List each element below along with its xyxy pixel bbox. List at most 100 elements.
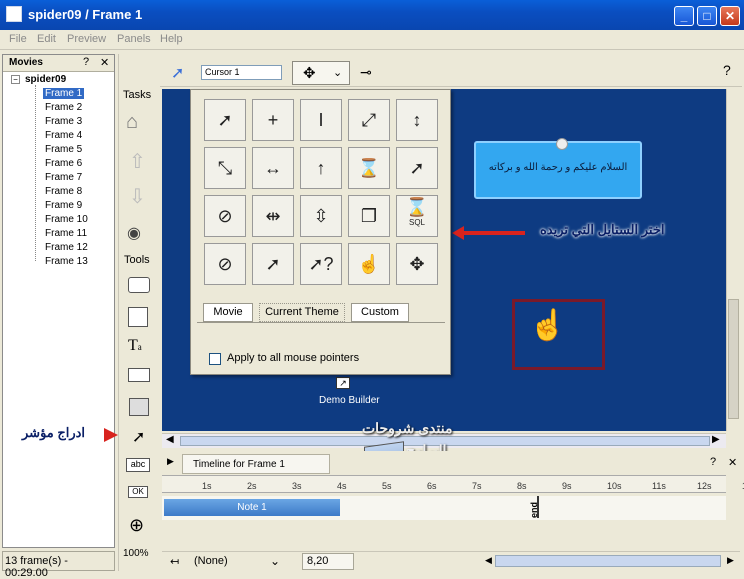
movies-close-icon[interactable]: ✕ bbox=[100, 56, 109, 69]
highlight-box[interactable]: ☝ bbox=[512, 299, 605, 370]
rectangle-tool-icon[interactable] bbox=[128, 368, 150, 382]
horizontal-scroll-thumb[interactable] bbox=[180, 436, 710, 446]
arrow-document-icon[interactable]: ➚ bbox=[396, 147, 438, 189]
back-arrow-icon[interactable]: ↤ bbox=[170, 555, 179, 568]
menu-preview[interactable]: Preview bbox=[67, 33, 106, 45]
note-clip[interactable]: Note 1 bbox=[164, 499, 340, 516]
hand-icon[interactable]: ☝ bbox=[348, 243, 390, 285]
split-vertical-icon[interactable]: ⇳ bbox=[300, 195, 342, 237]
apply-all-checkbox[interactable] bbox=[209, 353, 221, 365]
eye-icon[interactable]: ◉ bbox=[127, 223, 141, 243]
menu-edit[interactable]: Edit bbox=[37, 33, 56, 45]
coords-value: 8,20 bbox=[307, 555, 329, 567]
cursor-tool-icon[interactable]: ➚ bbox=[132, 427, 145, 447]
toolbar-help-icon[interactable]: ? bbox=[723, 62, 731, 78]
close-button[interactable]: ✕ bbox=[720, 6, 740, 26]
pin-icon bbox=[556, 138, 568, 150]
pointer-icon[interactable]: ➚ bbox=[171, 63, 184, 83]
frame-list-item[interactable]: Frame 3 bbox=[43, 116, 84, 127]
timeline-scroll-left-icon[interactable]: ◀ bbox=[485, 555, 492, 566]
movies-panel-header: Movies ? ✕ bbox=[3, 55, 114, 72]
none-selector[interactable]: (None) bbox=[194, 555, 228, 567]
frame-list-item[interactable]: Frame 6 bbox=[43, 158, 84, 169]
resize-diagonal-2-icon[interactable]: ⤡ bbox=[204, 147, 246, 189]
split-horizontal-icon[interactable]: ⇹ bbox=[252, 195, 294, 237]
frame-list-item[interactable]: Frame 1 bbox=[43, 88, 85, 99]
resize-diagonal-icon[interactable]: ⤢ bbox=[348, 99, 390, 141]
collapse-icon[interactable]: − bbox=[11, 75, 20, 84]
vertical-scroll-thumb[interactable] bbox=[728, 299, 739, 419]
text-cursor-icon[interactable]: I bbox=[300, 99, 342, 141]
up-arrow-cursor-icon[interactable]: ↑ bbox=[300, 147, 342, 189]
forbidden-icon[interactable]: ⊘ bbox=[204, 243, 246, 285]
scroll-left-icon[interactable]: ◀ bbox=[166, 434, 174, 445]
speech-bubble-tool-icon[interactable] bbox=[128, 277, 150, 293]
window-title: spider09 / Frame 1 bbox=[28, 7, 143, 22]
movies-help-icon[interactable]: ? bbox=[83, 56, 89, 68]
coords-field: 8,20 bbox=[302, 553, 354, 570]
menu-panels[interactable]: Panels bbox=[117, 33, 151, 45]
frame-list-item[interactable]: Frame 13 bbox=[43, 256, 90, 267]
frame-list-item[interactable]: Frame 5 bbox=[43, 144, 84, 155]
ok-button-tool-icon[interactable]: OK bbox=[128, 486, 148, 498]
arrow-cursor-icon[interactable]: ➚ bbox=[204, 99, 246, 141]
scroll-right-icon[interactable]: ▶ bbox=[712, 434, 720, 445]
timeline-tab[interactable]: Timeline for Frame 1 bbox=[182, 454, 330, 474]
speech-bubble[interactable]: السلام عليكم و رحمة الله و بركاته bbox=[474, 141, 642, 199]
timeline-help-icon[interactable]: ? bbox=[710, 456, 716, 468]
frame-list-item[interactable]: Frame 12 bbox=[43, 242, 90, 253]
menu-help[interactable]: Help bbox=[160, 33, 183, 45]
copy-cursor-icon[interactable]: ❐ bbox=[348, 195, 390, 237]
resize-vertical-icon[interactable]: ↕ bbox=[396, 99, 438, 141]
frame-list-item[interactable]: Frame 9 bbox=[43, 200, 84, 211]
minimize-button[interactable]: _ bbox=[674, 6, 694, 26]
hourglass-icon[interactable]: ⌛ bbox=[348, 147, 390, 189]
play-icon[interactable]: ▶ bbox=[167, 456, 174, 467]
textfield-tool-icon[interactable]: abc bbox=[126, 458, 150, 472]
crosshair-cursor-icon[interactable]: + bbox=[252, 99, 294, 141]
double-chevron-icon[interactable]: ⌄ bbox=[270, 554, 280, 568]
picture-tool-icon[interactable] bbox=[128, 307, 148, 327]
cursor-picker-button[interactable]: ✥ ⌄ bbox=[292, 61, 350, 85]
zoom-level[interactable]: 100% bbox=[123, 548, 149, 559]
bubble-text: السلام عليكم و رحمة الله و بركاته bbox=[488, 162, 628, 173]
horizontal-scrollbar[interactable]: ◀ ▶ bbox=[162, 433, 726, 448]
movie-root[interactable]: spider09 bbox=[25, 74, 66, 85]
menu-file[interactable]: File bbox=[9, 33, 27, 45]
home-icon[interactable]: ⌂ bbox=[126, 111, 138, 134]
frame-list-item[interactable]: Frame 8 bbox=[43, 186, 84, 197]
frame-list-item[interactable]: Frame 10 bbox=[43, 214, 90, 225]
frame-list-item[interactable]: Frame 2 bbox=[43, 102, 84, 113]
chevron-down-icon: ⌄ bbox=[333, 67, 343, 79]
crosshair-tool-icon[interactable]: ⊕ bbox=[129, 515, 144, 536]
arrow-hourglass-icon[interactable]: ➚ bbox=[252, 243, 294, 285]
cursor-name-field[interactable]: Cursor 1 bbox=[201, 65, 282, 80]
image-tool-icon[interactable] bbox=[129, 398, 149, 416]
resize-horizontal-icon[interactable]: ↔ bbox=[252, 147, 294, 189]
tab-movie[interactable]: Movie bbox=[203, 303, 253, 322]
no-entry-icon[interactable]: ⊘ bbox=[204, 195, 246, 237]
timeline-close-icon[interactable]: ✕ bbox=[728, 456, 737, 469]
end-marker[interactable]: end bbox=[529, 496, 539, 518]
sql-label: SQL bbox=[408, 218, 425, 227]
move-icon[interactable]: ✥ bbox=[396, 243, 438, 285]
tab-current-theme[interactable]: Current Theme bbox=[259, 303, 345, 322]
frame-list-item[interactable]: Frame 7 bbox=[43, 172, 84, 183]
tick-label: 8s bbox=[517, 481, 527, 491]
frame-list-item[interactable]: Frame 11 bbox=[43, 228, 89, 239]
arrow-up-icon[interactable]: ⇧ bbox=[129, 149, 146, 174]
vertical-scrollbar[interactable] bbox=[726, 89, 740, 431]
help-cursor-icon[interactable]: ➚? bbox=[300, 243, 342, 285]
text-tool-icon[interactable]: Ta bbox=[128, 337, 142, 355]
tick-label: 11s bbox=[652, 481, 666, 491]
maximize-button[interactable]: □ bbox=[697, 6, 717, 26]
timeline-scroll-thumb[interactable] bbox=[495, 555, 721, 567]
status-frames: 13 frame(s) - 00:29.00 bbox=[2, 551, 115, 579]
timeline-scroll-right-icon[interactable]: ▶ bbox=[727, 555, 734, 566]
hourglass-sql-icon[interactable]: ⌛ SQL bbox=[396, 195, 438, 237]
key-icon[interactable]: ⊸ bbox=[360, 64, 372, 81]
tab-custom[interactable]: Custom bbox=[351, 303, 409, 322]
annotation-choose-style: اختر الستايل التي تريده bbox=[540, 222, 665, 237]
frame-list-item[interactable]: Frame 4 bbox=[43, 130, 84, 141]
arrow-down-icon[interactable]: ⇩ bbox=[129, 184, 146, 209]
